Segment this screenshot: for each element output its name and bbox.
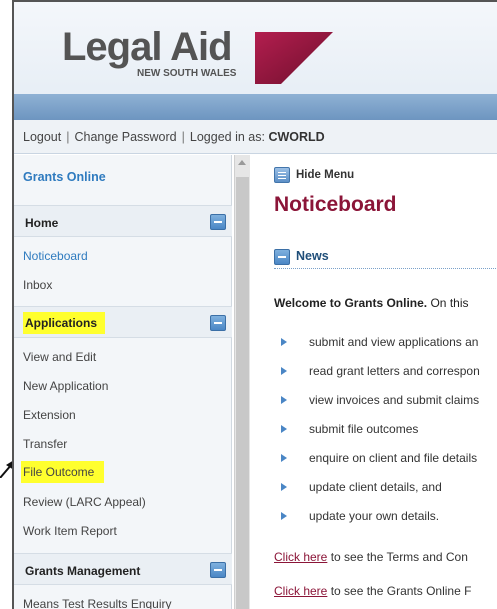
collapse-minus-icon[interactable] <box>274 249 290 265</box>
scroll-up-arrow-icon[interactable] <box>238 160 246 165</box>
triangle-bullet-icon <box>281 396 287 404</box>
list-item-text: update your own details. <box>309 509 440 523</box>
sidebar-item-transfer[interactable]: Transfer <box>23 437 67 451</box>
logged-in-username: CWORLD <box>268 130 325 144</box>
list-item-text: submit and view applications an <box>309 335 479 349</box>
collapse-minus-icon[interactable] <box>210 214 226 230</box>
hide-menu-icon <box>274 167 290 183</box>
banner-stripe <box>14 94 497 120</box>
hide-menu-button[interactable]: Hide Menu <box>274 167 354 183</box>
logged-in-label: Logged in as: <box>189 130 265 144</box>
sidebar-section-applications[interactable]: Applications <box>14 306 232 338</box>
grants-online-link[interactable]: Click here <box>274 584 327 598</box>
grants-online-line-text: to see the Grants Online F <box>327 584 472 598</box>
header-banner: Legal Aid NEW SOUTH WALES <box>14 2 497 120</box>
sidebar-scrollbar[interactable] <box>234 155 250 609</box>
triangle-bullet-icon <box>281 512 287 520</box>
list-item-text: enquire on client and file details <box>309 451 478 465</box>
sidebar-item-inbox[interactable]: Inbox <box>23 278 52 292</box>
logo-subtext: NEW SOUTH WALES <box>137 68 237 79</box>
sidebar-item-review-larc-appeal[interactable]: Review (LARC Appeal) <box>23 495 146 509</box>
sidebar-item-means-test-results-enquiry[interactable]: Means Test Results Enquiry <box>23 597 172 609</box>
triangle-bullet-icon <box>281 483 287 491</box>
list-item-text: read grant letters and correspon <box>309 364 480 378</box>
sidebar-section-home[interactable]: Home <box>14 205 232 237</box>
sidebar-title[interactable]: Grants Online <box>23 170 106 184</box>
collapse-minus-icon[interactable] <box>210 562 226 578</box>
triangle-bullet-icon <box>281 425 287 433</box>
list-item-text: update client details, and <box>309 480 442 494</box>
sidebar-item-work-item-report[interactable]: Work Item Report <box>23 524 117 538</box>
sidebar-menu: Grants Online Home Noticeboard Inbox App… <box>14 155 232 609</box>
list-item-text: view invoices and submit claims <box>309 393 480 407</box>
sidebar-item-file-outcome[interactable]: File Outcome <box>21 461 105 483</box>
triangle-bullet-icon <box>281 338 287 346</box>
terms-line-text: to see the Terms and Con <box>327 550 468 564</box>
sidebar-item-extension[interactable]: Extension <box>23 408 76 422</box>
list-item-text: submit file outcomes <box>309 422 419 436</box>
grants-online-line: Click here to see the Grants Online F <box>274 584 471 598</box>
sidebar-item-new-application[interactable]: New Application <box>23 379 108 393</box>
news-label: News <box>296 249 329 263</box>
logo-text: Legal Aid <box>62 25 233 69</box>
page-title: Noticeboard <box>274 193 397 216</box>
legal-aid-logo[interactable]: Legal Aid NEW SOUTH WALES <box>62 24 342 84</box>
account-bar: Logout | Change Password | Logged in as: CWO… <box>14 120 497 154</box>
separator: | <box>66 130 70 144</box>
legal-aid-logo-mark-icon <box>255 32 333 84</box>
terms-link[interactable]: Click here <box>274 550 327 564</box>
sidebar-section-grants-management[interactable]: Grants Management <box>14 553 232 585</box>
welcome-bold: Welcome to Grants Online. <box>274 296 428 310</box>
section-label: Applications <box>23 312 106 334</box>
triangle-bullet-icon <box>281 367 287 375</box>
welcome-rest: On this <box>427 296 469 310</box>
welcome-text: Welcome to Grants Online. On this <box>274 296 469 310</box>
app-window: Legal Aid NEW SOUTH WALES Logout | Change … <box>12 0 497 609</box>
sidebar-item-noticeboard[interactable]: Noticeboard <box>23 249 88 263</box>
collapse-minus-icon[interactable] <box>210 315 226 331</box>
logout-link[interactable]: Logout <box>23 130 61 144</box>
scrollbar-thumb[interactable] <box>236 177 249 609</box>
change-password-link[interactable]: Change Password <box>74 130 176 144</box>
sidebar-item-view-and-edit[interactable]: View and Edit <box>23 350 96 364</box>
hide-menu-label: Hide Menu <box>296 169 355 181</box>
section-label: Grants Management <box>25 564 141 578</box>
triangle-bullet-icon <box>281 454 287 462</box>
terms-line: Click here to see the Terms and Con <box>274 550 468 564</box>
news-panel-header[interactable]: News <box>274 247 497 269</box>
section-label: Home <box>25 216 59 230</box>
main-content: Hide Menu Noticeboard News Welcome to Gr… <box>251 155 497 609</box>
separator: | <box>181 130 185 144</box>
